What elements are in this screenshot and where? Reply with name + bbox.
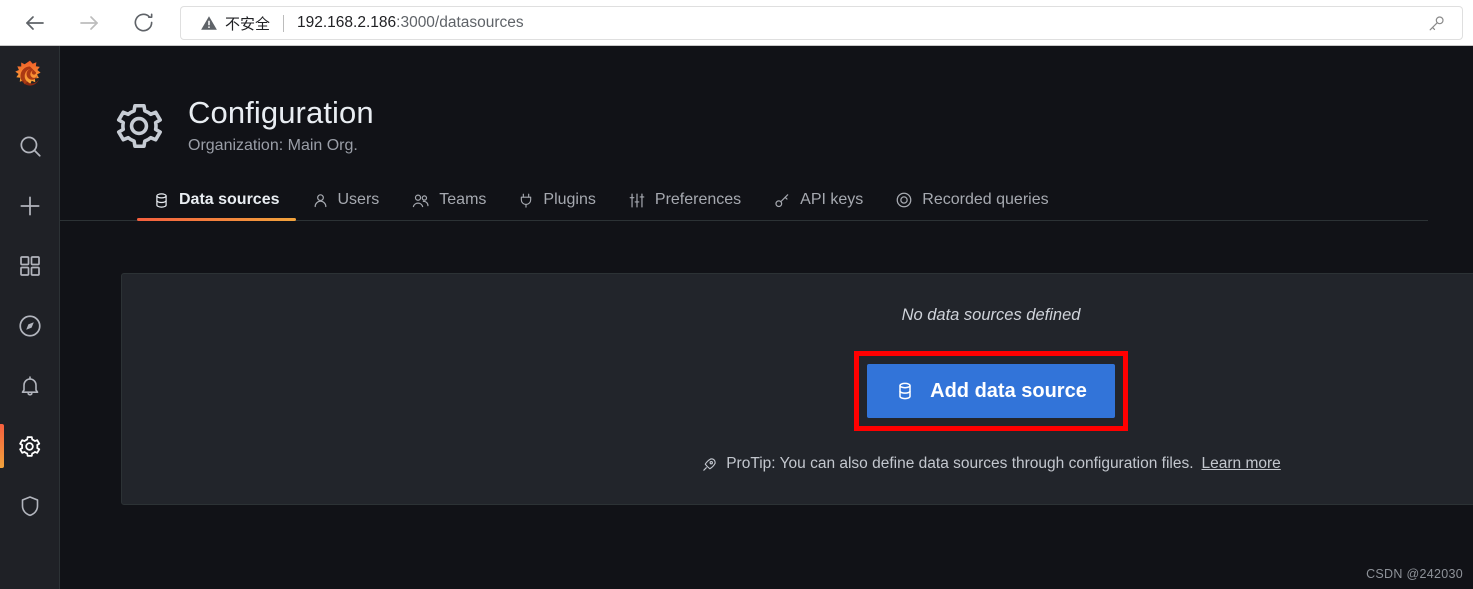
record-icon bbox=[895, 191, 913, 209]
sidebar-item-dashboards[interactable] bbox=[0, 236, 60, 296]
page-header: Configuration Organization: Main Org. bbox=[89, 46, 1473, 155]
tab-label: Preferences bbox=[654, 191, 742, 208]
password-key-icon[interactable] bbox=[1413, 6, 1459, 40]
key-icon bbox=[773, 192, 791, 209]
rocket-icon bbox=[701, 456, 718, 473]
data-sources-panel: No data sources defined Add data source bbox=[121, 273, 1473, 505]
browser-toolbar: 不安全 192.168.2.186:3000/datasources bbox=[0, 0, 1473, 46]
page-subtitle: Organization: Main Org. bbox=[188, 137, 358, 154]
tab-label: Teams bbox=[439, 191, 487, 208]
url-path: :3000/datasources bbox=[396, 14, 524, 31]
tab-label: Recorded queries bbox=[922, 191, 1049, 208]
reload-icon[interactable] bbox=[120, 0, 166, 46]
protip-text: ProTip: You can also define data sources… bbox=[701, 455, 1281, 473]
tab-label: API keys bbox=[800, 191, 864, 208]
empty-state-title: No data sources defined bbox=[901, 306, 1081, 324]
add-data-source-label: Add data source bbox=[930, 379, 1087, 402]
tab-bar: Data sources Users Teams Plugins Prefere… bbox=[60, 183, 1428, 221]
address-bar[interactable]: 不安全 192.168.2.186:3000/datasources bbox=[180, 6, 1463, 40]
sidebar-item-create[interactable] bbox=[0, 176, 60, 236]
tab-recorded-queries[interactable]: Recorded queries bbox=[879, 191, 1064, 220]
watermark: CSDN @242030 bbox=[1366, 567, 1463, 581]
sidebar-item-explore[interactable] bbox=[0, 296, 60, 356]
grafana-app: Configuration Organization: Main Org. Da… bbox=[0, 46, 1473, 589]
grafana-logo-icon[interactable] bbox=[12, 58, 48, 94]
user-icon bbox=[312, 192, 329, 209]
sidebar-item-alerting[interactable] bbox=[0, 356, 60, 416]
tab-teams[interactable]: Teams bbox=[395, 191, 502, 220]
address-bar-divider bbox=[283, 14, 285, 32]
sidebar-item-search[interactable] bbox=[0, 116, 60, 176]
tab-label: Data sources bbox=[179, 191, 280, 208]
address-bar-content[interactable]: 不安全 192.168.2.186:3000/datasources bbox=[180, 6, 1413, 40]
database-icon bbox=[895, 381, 915, 401]
tab-plugins[interactable]: Plugins bbox=[502, 191, 611, 220]
page-header-text: Configuration Organization: Main Org. bbox=[188, 94, 374, 155]
tab-data-sources[interactable]: Data sources bbox=[137, 191, 296, 221]
tab-api-keys[interactable]: API keys bbox=[757, 191, 879, 220]
tab-preferences[interactable]: Preferences bbox=[612, 191, 757, 220]
sidebar-item-server-admin[interactable] bbox=[0, 476, 60, 536]
plug-icon bbox=[518, 192, 534, 209]
tab-label: Users bbox=[337, 191, 380, 208]
gear-icon bbox=[111, 98, 167, 154]
sliders-icon bbox=[628, 192, 646, 209]
add-data-source-button[interactable]: Add data source bbox=[867, 364, 1115, 418]
sidebar-item-configuration[interactable] bbox=[0, 416, 60, 476]
page-title: Configuration bbox=[188, 95, 374, 130]
not-secure-warning-icon[interactable] bbox=[200, 14, 218, 32]
users-icon bbox=[411, 192, 430, 209]
back-icon[interactable] bbox=[12, 0, 58, 46]
forward-icon bbox=[66, 0, 112, 46]
tab-label: Plugins bbox=[543, 191, 596, 208]
highlight-annotation-box: Add data source bbox=[854, 351, 1128, 431]
url-host: 192.168.2.186 bbox=[297, 14, 397, 31]
tab-users[interactable]: Users bbox=[296, 191, 396, 220]
address-bar-url: 192.168.2.186:3000/datasources bbox=[297, 14, 524, 32]
database-icon bbox=[153, 192, 170, 209]
empty-state: No data sources defined Add data source bbox=[122, 274, 1473, 506]
security-status-text: 不安全 bbox=[225, 14, 271, 33]
learn-more-link[interactable]: Learn more bbox=[1202, 455, 1281, 473]
sidebar bbox=[0, 46, 60, 589]
protip-message: ProTip: You can also define data sources… bbox=[726, 455, 1194, 472]
